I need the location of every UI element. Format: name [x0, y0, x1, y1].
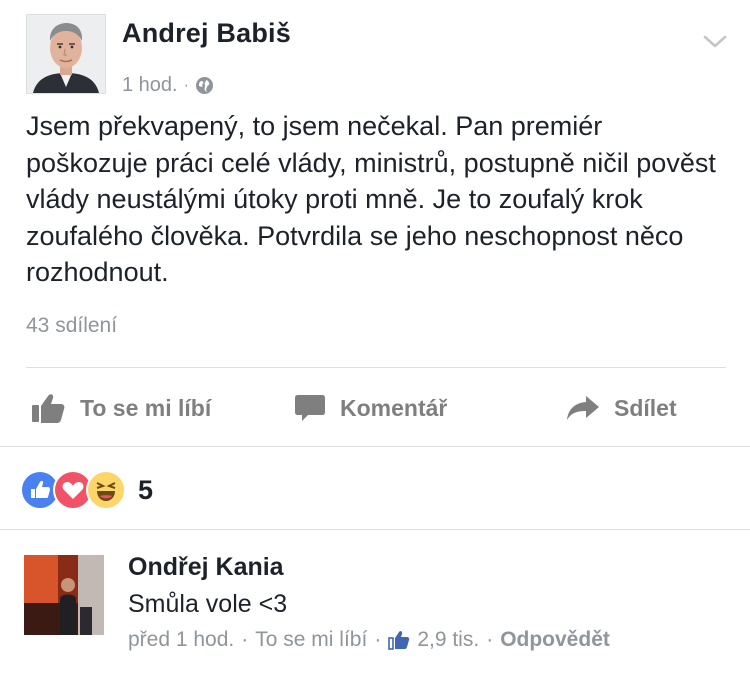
author-avatar[interactable] [26, 14, 106, 94]
commenter-name[interactable]: Ondřej Kania [128, 553, 284, 582]
commenter-avatar[interactable] [24, 555, 104, 635]
comment-like-button[interactable]: To se mi líbí [255, 628, 367, 652]
thumbs-up-icon [388, 631, 410, 650]
post-time[interactable]: 1 hod. [122, 74, 178, 97]
comment-like-count: 2,9 tis. [417, 628, 480, 651]
globe-icon [195, 76, 213, 95]
post-text: Jsem překvapený, to jsem nečekal. Pan pr… [26, 111, 716, 287]
meta-separator: · [374, 628, 382, 651]
comment-button[interactable]: Komentář [294, 380, 447, 436]
haha-reaction-icon [86, 470, 126, 510]
post-meta: 1 hod. · [122, 74, 214, 97]
comment-icon [295, 395, 325, 421]
thumbs-up-icon [32, 394, 65, 423]
comment-meta: před 1 hod. · To se mi líbí · 2,9 tis. ·… [128, 628, 610, 652]
comment-text: Smůla vole <3 [128, 590, 288, 618]
comment-time[interactable]: před 1 hod. [128, 628, 234, 652]
meta-separator: · [241, 628, 249, 651]
action-bar: To se mi líbí Komentář Sdílet [0, 380, 750, 436]
share-arrow-icon [567, 396, 599, 420]
meta-separator: · [486, 628, 494, 651]
comment-label: Komentář [340, 394, 448, 421]
divider [0, 529, 750, 530]
divider [0, 446, 750, 447]
reaction-count: 5 [138, 474, 154, 505]
post-header: Andrej Babiš 1 hod. · [26, 14, 728, 97]
meta-separator: · [183, 76, 189, 94]
chevron-down-icon[interactable] [702, 34, 728, 50]
reply-button[interactable]: Odpovědět [500, 628, 610, 652]
like-button[interactable]: To se mi líbí [30, 380, 211, 436]
reactions-summary[interactable]: 5 [20, 470, 153, 510]
divider [26, 367, 726, 368]
share-label: Sdílet [614, 394, 677, 421]
author-name[interactable]: Andrej Babiš [122, 18, 291, 49]
like-label: To se mi líbí [80, 394, 212, 421]
share-button[interactable]: Sdílet [566, 380, 677, 436]
share-count[interactable]: 43 sdílení [26, 314, 117, 338]
